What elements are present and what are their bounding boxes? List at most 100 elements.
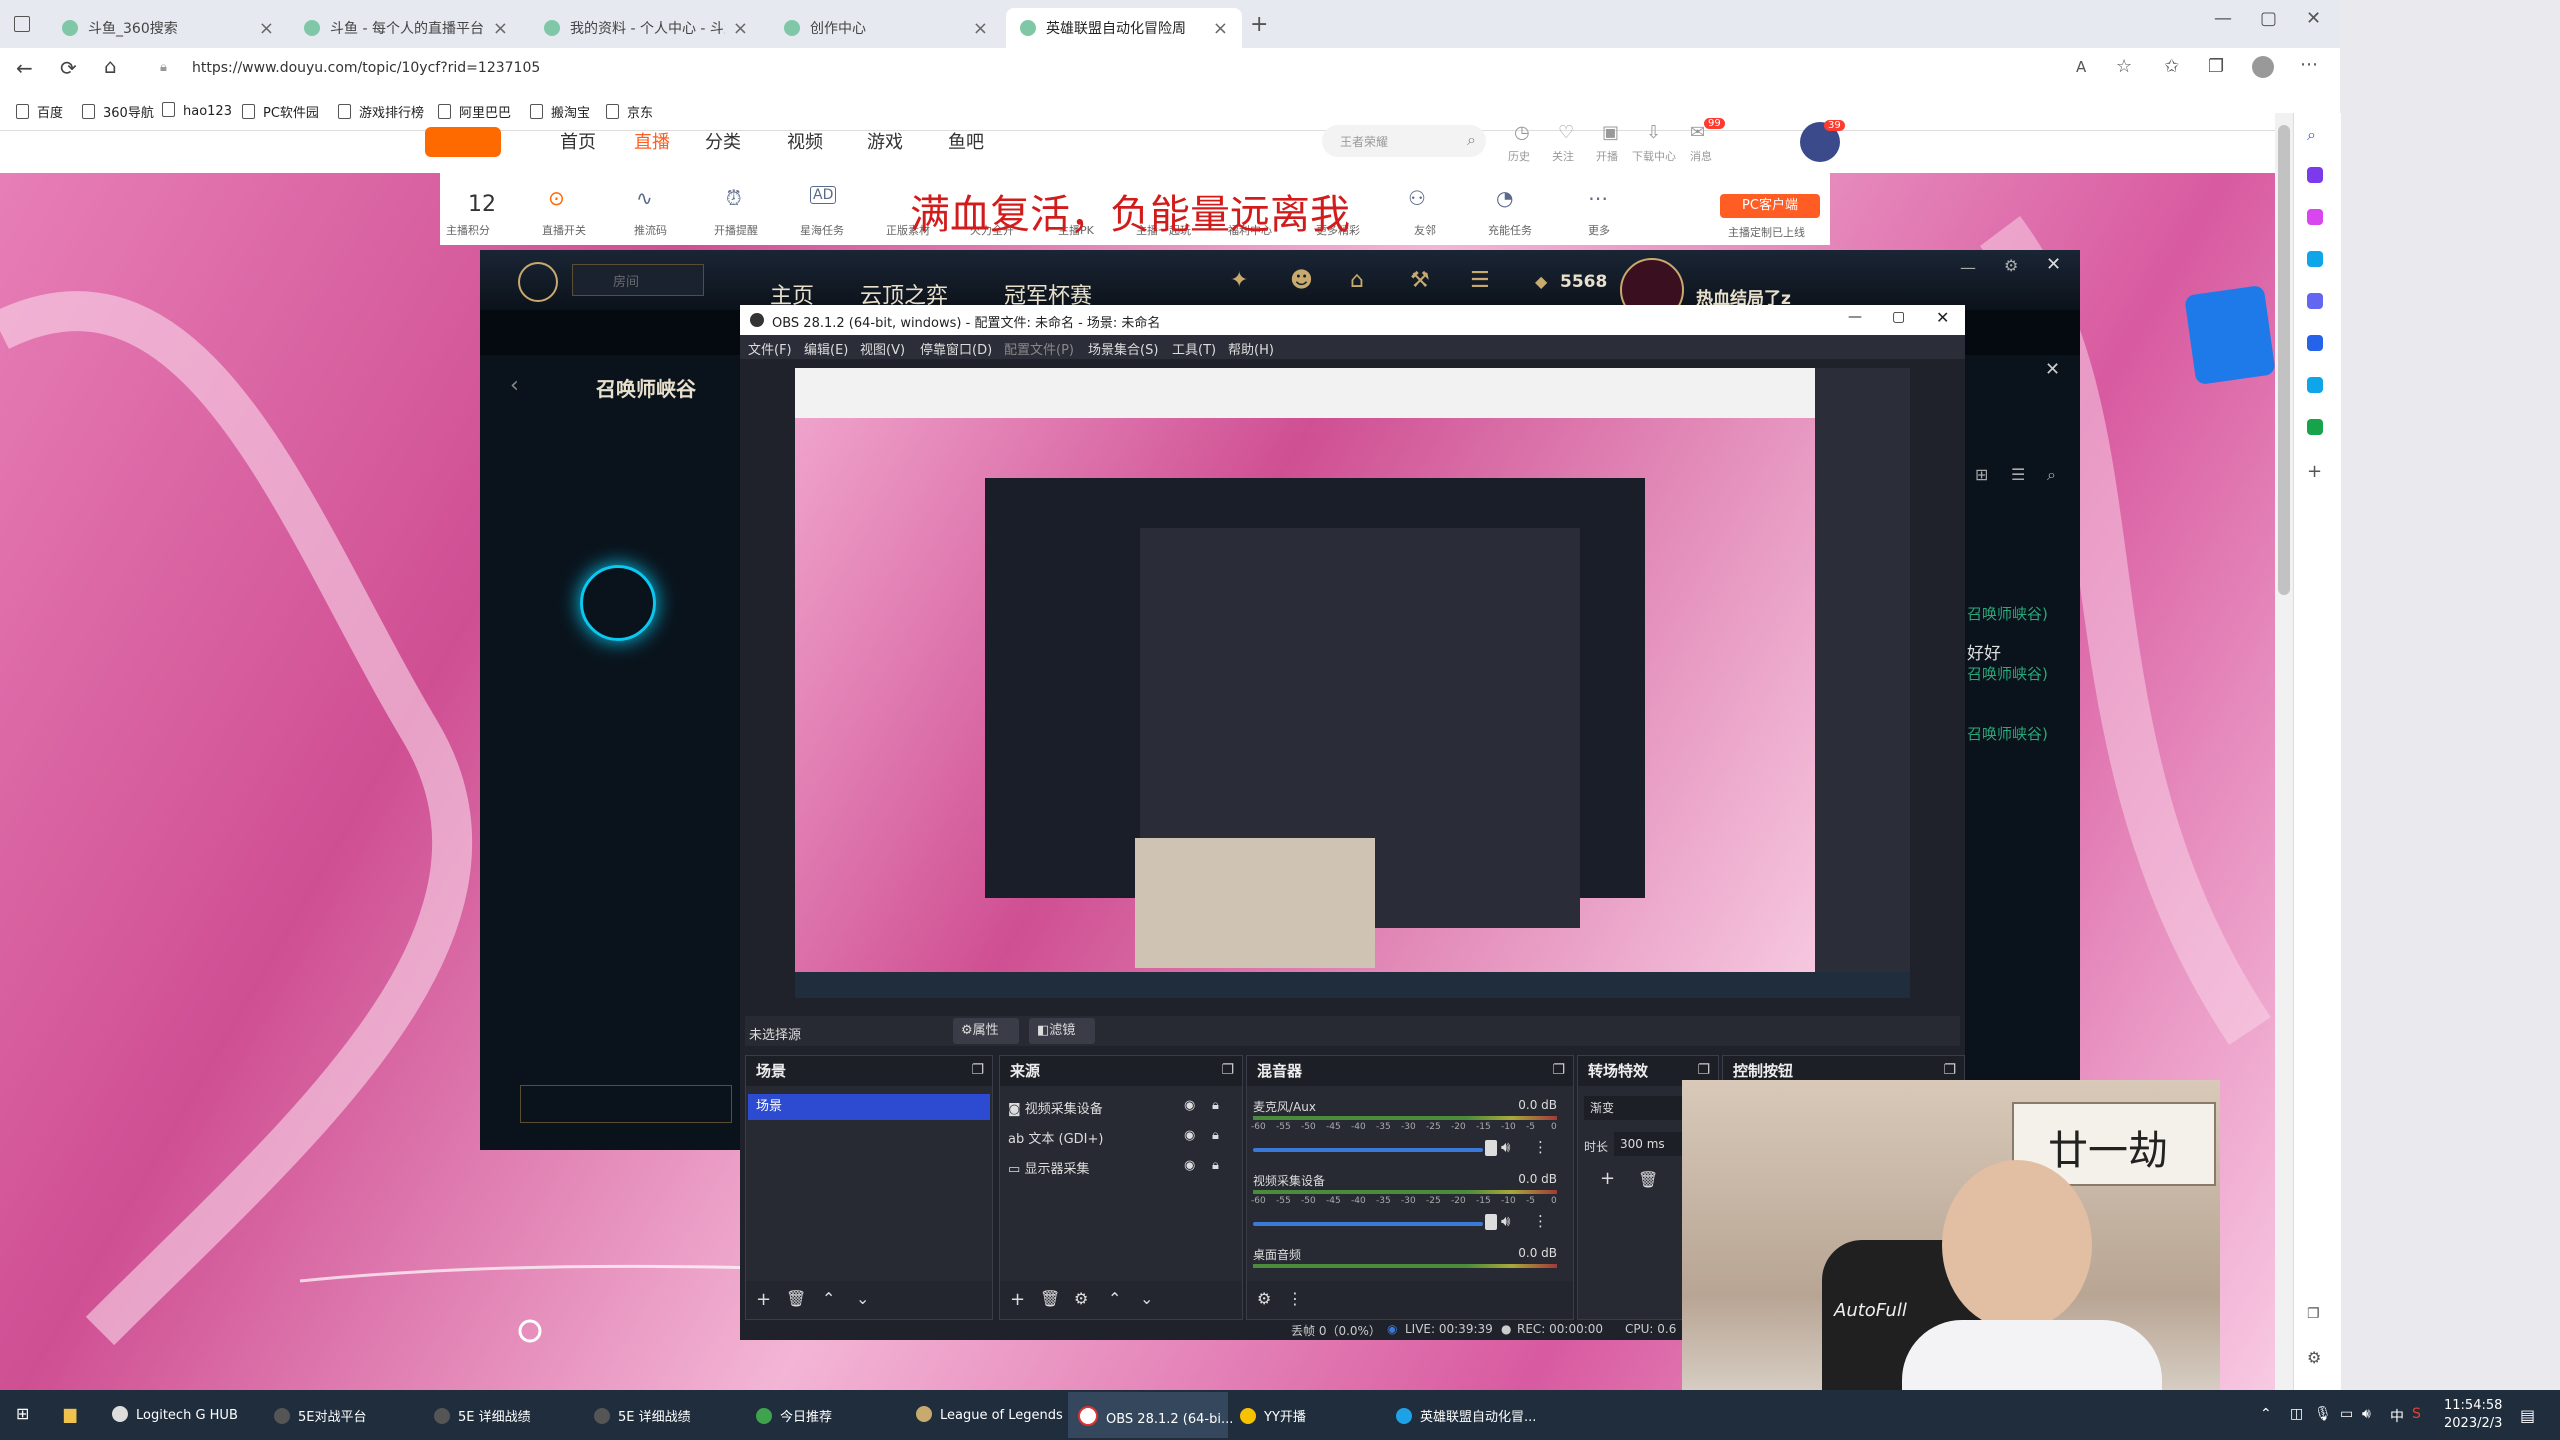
lol-search-input[interactable]: 房间: [572, 264, 704, 296]
eye-icon[interactable]: ◉: [1184, 1098, 1195, 1113]
maximize-icon[interactable]: ▢: [2260, 8, 2277, 29]
address-bar[interactable]: https://www.douyu.com/topic/10ycf?rid=12…: [192, 60, 540, 76]
move-up-icon[interactable]: ⌃: [822, 1289, 835, 1308]
tray-chevron-icon[interactable]: ⌃: [2260, 1406, 2272, 1422]
lol-collection-icon[interactable]: ✦: [1230, 268, 1248, 293]
volume-slider[interactable]: [1253, 1148, 1483, 1152]
eye-icon[interactable]: ◉: [1184, 1158, 1195, 1173]
close-icon[interactable]: ✕: [1936, 308, 1949, 327]
stream-key-icon[interactable]: ∿: [636, 186, 653, 210]
lol-store-icon[interactable]: ⌂: [1350, 268, 1364, 293]
more-vertical-icon[interactable]: ⋮: [1287, 1289, 1303, 1308]
tool-label[interactable]: 友邻: [1414, 222, 1436, 238]
browser-tab-0[interactable]: 斗鱼_360搜索 ×: [48, 8, 288, 48]
nav-category[interactable]: 分类: [705, 128, 741, 154]
start-icon[interactable]: ⊞: [16, 1404, 29, 1423]
lol-settings-icon[interactable]: ⚙: [2004, 256, 2018, 275]
taskbar-app[interactable]: 今日推荐: [756, 1406, 832, 1425]
ime-icon[interactable]: 中: [2390, 1406, 2404, 1426]
douyu-search-input[interactable]: 王者荣耀 ⌕: [1322, 125, 1486, 157]
taskbar-app[interactable]: 5E 详细战绩: [434, 1406, 531, 1425]
close-icon[interactable]: ×: [733, 18, 748, 39]
office-icon[interactable]: [2307, 335, 2323, 351]
alarm-icon[interactable]: ⏰︎: [726, 186, 742, 210]
lol-logo[interactable]: [518, 262, 558, 302]
gear-icon[interactable]: ⚙: [2307, 1348, 2323, 1367]
read-aloud-icon[interactable]: A: [2076, 58, 2086, 76]
trash-icon[interactable]: 🗑︎: [1638, 1170, 1658, 1189]
new-tab-icon[interactable]: +: [1250, 12, 1268, 37]
trash-icon[interactable]: 🗑︎: [786, 1289, 806, 1308]
tree-icon[interactable]: [2307, 419, 2323, 435]
more-icon[interactable]: ⋯: [2300, 54, 2318, 75]
maximize-icon[interactable]: ▢: [1892, 309, 1905, 325]
obs-menu-scene-collection[interactable]: 场景集合(S): [1088, 339, 1158, 358]
lol-minimize-icon[interactable]: —: [1960, 258, 1976, 277]
tool-label[interactable]: 推流码: [634, 222, 667, 238]
tab-actions-icon[interactable]: [14, 16, 30, 32]
lol-search-icon[interactable]: ⌕: [2047, 465, 2056, 485]
tool-label[interactable]: 开播提醒: [714, 222, 758, 238]
lol-profile-icon[interactable]: ☻: [1290, 268, 1313, 293]
favorites-icon[interactable]: ✩: [2164, 56, 2179, 77]
search-icon[interactable]: ⌕: [2307, 125, 2323, 144]
clock-time[interactable]: 11:54:58: [2444, 1398, 2502, 1413]
wifi-icon[interactable]: ▭: [2340, 1406, 2353, 1422]
favorite-icon[interactable]: ☆: [2116, 56, 2132, 77]
download-icon[interactable]: ⇩: [1646, 122, 1661, 143]
taskbar-app[interactable]: League of Legends: [916, 1406, 1063, 1423]
browser-tab-4[interactable]: 英雄联盟自动化冒险周 ×: [1006, 8, 1242, 48]
lol-loot-icon[interactable]: ⚒: [1410, 268, 1430, 293]
add-icon[interactable]: +: [2307, 461, 2323, 482]
mic-icon[interactable]: 🎙︎: [2314, 1406, 2332, 1422]
douyu-logo[interactable]: [425, 127, 501, 157]
add-icon[interactable]: +: [1600, 1168, 1615, 1189]
obs-menu-help[interactable]: 帮助(H): [1228, 339, 1274, 358]
nav-home[interactable]: 首页: [560, 128, 596, 154]
advanced-audio-icon[interactable]: ⚙: [1257, 1289, 1271, 1308]
history-icon[interactable]: ◷: [1514, 122, 1530, 143]
undock-icon[interactable]: ❐: [1697, 1062, 1710, 1078]
file-explorer-icon[interactable]: ▆: [64, 1404, 76, 1423]
browser-tab-2[interactable]: 我的资料 - 个人中心 - 斗鱼 ×: [530, 8, 762, 48]
switch-icon[interactable]: ⊙: [548, 186, 565, 210]
source-item[interactable]: ▭ 显示器采集 ◉ 🔒︎: [1008, 1158, 1238, 1180]
refresh-icon[interactable]: ⟳: [60, 56, 77, 80]
friends-icon[interactable]: ⚇: [1408, 186, 1426, 210]
close-icon[interactable]: ×: [1213, 18, 1228, 39]
ad-icon[interactable]: AD: [810, 186, 837, 204]
obs-menu-tools[interactable]: 工具(T): [1172, 339, 1216, 358]
lock-icon[interactable]: 🔒︎: [1212, 1098, 1219, 1113]
profile-icon[interactable]: [2252, 56, 2274, 78]
shopping-icon[interactable]: [2307, 209, 2323, 225]
speaker-icon[interactable]: 🔊︎: [1501, 1138, 1510, 1156]
close-icon[interactable]: ×: [259, 18, 274, 39]
move-down-icon[interactable]: ⌄: [1140, 1289, 1153, 1308]
source-item[interactable]: ab 文本 (GDI+) ◉ 🔒︎: [1008, 1128, 1238, 1150]
bookmark-3[interactable]: PC软件园: [242, 102, 319, 121]
back-icon[interactable]: ←: [16, 56, 33, 80]
nav-live[interactable]: 直播: [634, 128, 670, 154]
bookmark-0[interactable]: 百度: [16, 102, 63, 121]
anchor-mission-badge[interactable]: [2184, 284, 2276, 386]
undock-icon[interactable]: ❐: [1221, 1062, 1234, 1078]
taskbar-app[interactable]: 5E对战平台: [274, 1406, 367, 1425]
broadcast-icon[interactable]: ▣: [1602, 122, 1619, 143]
lol-back-icon[interactable]: ‹: [510, 373, 519, 398]
add-icon[interactable]: +: [756, 1289, 771, 1310]
pc-client-button[interactable]: PC客户端: [1720, 194, 1820, 218]
minimize-icon[interactable]: —: [1848, 309, 1862, 325]
bookmark-1[interactable]: 360导航: [82, 102, 154, 121]
bookmark-4[interactable]: 游戏排行榜: [338, 102, 424, 121]
taskbar-app[interactable]: OBS 28.1.2 (64-bi...: [1078, 1406, 1233, 1427]
obs-menu-profile[interactable]: 配置文件(P): [1004, 339, 1074, 358]
tool-label[interactable]: 主播积分: [446, 222, 490, 238]
bookmark-5[interactable]: 阿里巴巴: [438, 102, 511, 121]
gear-icon[interactable]: ⚙: [1074, 1289, 1088, 1308]
volume-slider-handle[interactable]: [1485, 1140, 1497, 1156]
bookmark-7[interactable]: 京东: [606, 102, 653, 121]
close-window-icon[interactable]: ✕: [2306, 8, 2321, 29]
scrollbar-thumb[interactable]: [2278, 125, 2290, 595]
undock-icon[interactable]: ❐: [1552, 1062, 1565, 1078]
trash-icon[interactable]: 🗑︎: [1040, 1289, 1060, 1308]
